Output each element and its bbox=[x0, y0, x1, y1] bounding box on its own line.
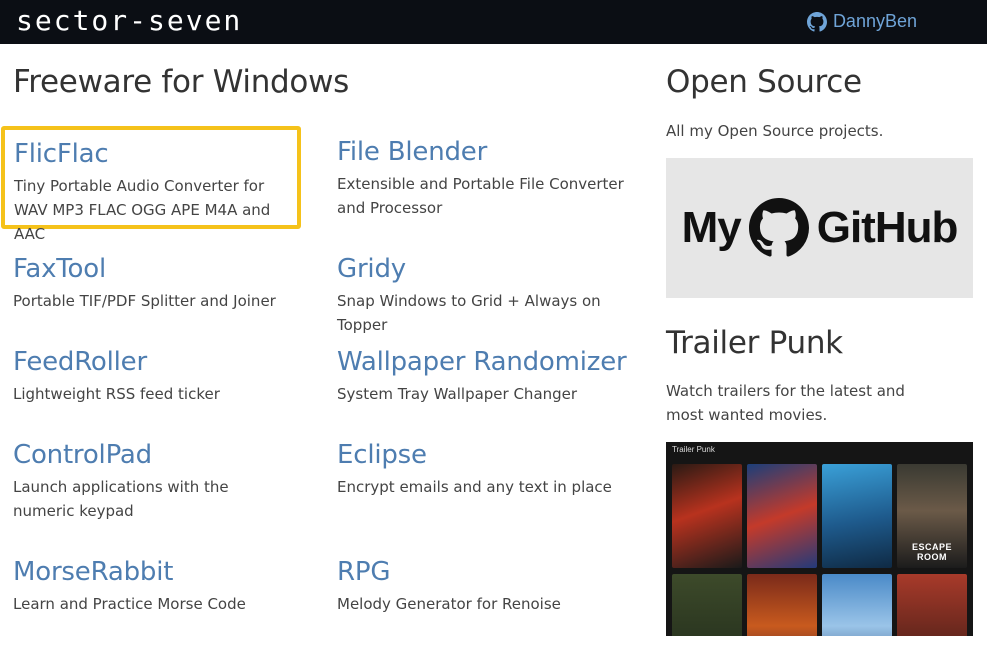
app-link[interactable]: FaxTool bbox=[13, 253, 323, 285]
github-banner-github: GitHub bbox=[816, 203, 959, 252]
app-card-faxtool: FaxTool Portable TIF/PDF Splitter and Jo… bbox=[13, 253, 323, 313]
app-description: System Tray Wallpaper Changer bbox=[337, 385, 578, 403]
github-octocat-icon bbox=[748, 198, 809, 257]
trailer-punk-description: Watch trailers for the latest and most w… bbox=[666, 382, 905, 424]
app-card-gridy: Gridy Snap Windows to Grid + Always on T… bbox=[337, 253, 647, 337]
movie-poster[interactable] bbox=[672, 464, 742, 568]
github-user-link[interactable]: DannyBen bbox=[806, 11, 917, 32]
app-card-file-blender: File Blender Extensible and Portable Fil… bbox=[337, 136, 647, 220]
movie-poster[interactable] bbox=[822, 574, 892, 636]
app-card-rpg: RPG Melody Generator for Renoise bbox=[337, 556, 647, 616]
github-user-label: DannyBen bbox=[832, 11, 917, 31]
app-card-flicflac: FlicFlac Tiny Portable Audio Converter f… bbox=[1, 126, 301, 243]
app-description: Launch applications with the numeric key… bbox=[13, 478, 229, 520]
app-card-morserabbit: MorseRabbit Learn and Practice Morse Cod… bbox=[13, 556, 323, 616]
app-link[interactable]: Gridy bbox=[337, 253, 647, 285]
app-card-controlpad: ControlPad Launch applications with the … bbox=[13, 439, 323, 523]
github-icon bbox=[806, 11, 827, 32]
site-logo[interactable]: sector-seven bbox=[16, 6, 326, 36]
movie-poster[interactable] bbox=[747, 464, 817, 568]
trailer-punk-image-header: Trailer Punk bbox=[672, 445, 715, 454]
app-link[interactable]: Eclipse bbox=[337, 439, 647, 471]
movie-poster[interactable] bbox=[747, 574, 817, 636]
app-description: Encrypt emails and any text in place bbox=[337, 478, 612, 496]
freeware-title: Freeware for Windows bbox=[13, 64, 349, 100]
open-source-description: All my Open Source projects. bbox=[666, 122, 884, 140]
movie-poster[interactable] bbox=[672, 574, 742, 636]
app-link[interactable]: FlicFlac bbox=[14, 138, 297, 170]
app-link[interactable]: RPG bbox=[337, 556, 647, 588]
app-description: Melody Generator for Renoise bbox=[337, 595, 561, 613]
movie-poster[interactable]: ESCAPE ROOM bbox=[897, 464, 967, 568]
app-description: Lightweight RSS feed ticker bbox=[13, 385, 220, 403]
app-link[interactable]: Wallpaper Randomizer bbox=[337, 346, 647, 378]
app-card-eclipse: Eclipse Encrypt emails and any text in p… bbox=[337, 439, 647, 499]
app-link[interactable]: File Blender bbox=[337, 136, 647, 168]
app-link[interactable]: MorseRabbit bbox=[13, 556, 323, 588]
app-card-feedroller: FeedRoller Lightweight RSS feed ticker bbox=[13, 346, 323, 406]
app-description: Snap Windows to Grid + Always on Topper bbox=[337, 292, 601, 334]
app-description: Portable TIF/PDF Splitter and Joiner bbox=[13, 292, 276, 310]
app-description: Learn and Practice Morse Code bbox=[13, 595, 246, 613]
github-banner-my: My bbox=[681, 203, 742, 252]
poster-caption: ESCAPE ROOM bbox=[911, 542, 952, 562]
app-link[interactable]: ControlPad bbox=[13, 439, 323, 471]
github-banner[interactable]: My GitHub bbox=[666, 158, 973, 298]
trailer-punk-screenshot[interactable]: Trailer Punk ESCAPE ROOM bbox=[666, 442, 973, 636]
app-description: Extensible and Portable File Converter a… bbox=[337, 175, 624, 217]
trailer-punk-title: Trailer Punk bbox=[666, 325, 843, 361]
open-source-title: Open Source bbox=[666, 64, 862, 100]
app-link[interactable]: FeedRoller bbox=[13, 346, 323, 378]
app-description: Tiny Portable Audio Converter for WAV MP… bbox=[14, 177, 271, 243]
movie-poster[interactable] bbox=[897, 574, 967, 636]
top-navbar: sector-seven DannyBen bbox=[0, 0, 987, 44]
app-card-wallpaper-randomizer: Wallpaper Randomizer System Tray Wallpap… bbox=[337, 346, 647, 406]
site-logo-text: sector-seven bbox=[16, 6, 242, 36]
movie-poster[interactable] bbox=[822, 464, 892, 568]
